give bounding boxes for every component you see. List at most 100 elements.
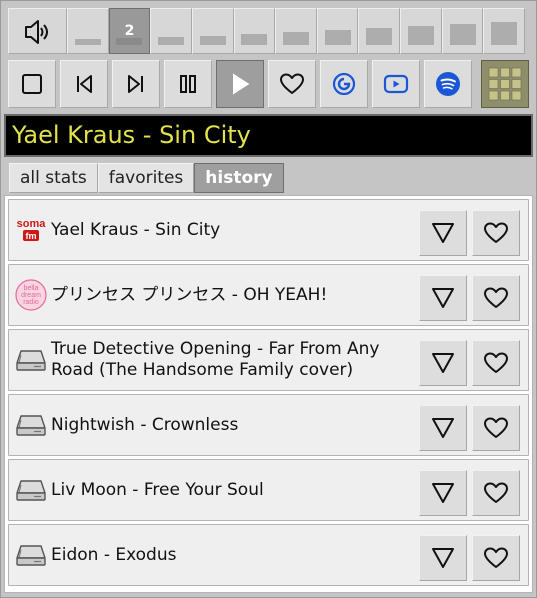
grid-icon [488, 67, 522, 101]
radio-player: 2 Yael Kraus - Sin City all stats favori… [0, 0, 537, 598]
heart-icon [484, 547, 508, 568]
volume-level-1[interactable] [67, 8, 109, 54]
heart-icon [484, 352, 508, 373]
heart-icon [484, 482, 508, 503]
volume-level-9[interactable] [400, 8, 442, 54]
volume-bar [116, 38, 143, 45]
triangle-down-icon [432, 548, 454, 568]
bella-dream-radio-logo: bella dream radio [14, 279, 48, 311]
volume-level-6[interactable] [275, 8, 317, 54]
history-list: soma fm Yael Kraus - Sin City bella dream rad… [4, 195, 533, 593]
history-item[interactable]: True Detective Opening - Far From Any Ro… [8, 329, 529, 391]
volume-bar [407, 26, 434, 45]
volume-bar [324, 30, 351, 45]
pause-icon [180, 75, 196, 93]
dislike-button[interactable] [419, 470, 467, 516]
volume-bar [449, 24, 476, 45]
volume-level-11[interactable] [483, 8, 526, 54]
hard-drive-icon [14, 410, 48, 440]
mute-button[interactable] [8, 8, 67, 54]
volume-level-8[interactable] [358, 8, 401, 54]
history-item[interactable]: bella dream radio プリンセス プリンセス - OH YEAH! [8, 264, 529, 326]
history-item-title: Nightwish - Crownless [51, 414, 239, 435]
svg-text:soma: soma [17, 218, 47, 230]
history-item-title: プリンセス プリンセス - OH YEAH! [51, 284, 328, 305]
google-icon [332, 72, 356, 96]
volume-bar [241, 34, 268, 45]
previous-button[interactable] [60, 60, 108, 108]
dislike-button[interactable] [419, 340, 467, 386]
like-button[interactable] [472, 340, 520, 386]
volume-bar [491, 22, 518, 45]
now-playing-title: Yael Kraus - Sin City [4, 114, 533, 157]
volume-level-10[interactable] [441, 8, 484, 54]
svg-text:dream: dream [21, 292, 41, 299]
play-icon [233, 73, 250, 95]
history-item-title: True Detective Opening - Far From Any Ro… [51, 339, 380, 380]
volume-bar [283, 32, 310, 45]
tab-history[interactable]: history [194, 163, 284, 193]
favorite-button[interactable] [268, 60, 316, 108]
dislike-button[interactable] [419, 535, 467, 581]
history-item-title: Yael Kraus - Sin City [51, 219, 221, 240]
triangle-down-icon [432, 223, 454, 243]
heart-icon [280, 73, 304, 94]
heart-icon [484, 287, 508, 308]
history-item[interactable]: soma fm Yael Kraus - Sin City [8, 199, 529, 261]
soma-fm-logo: soma fm [14, 215, 48, 245]
volume-bar [199, 36, 226, 45]
spotify-button[interactable] [424, 60, 472, 108]
grid-menu-button[interactable] [481, 60, 529, 108]
hard-drive-icon [14, 540, 48, 570]
google-search-button[interactable] [320, 60, 368, 108]
volume-level-5[interactable] [233, 8, 276, 54]
svg-text:bella: bella [24, 285, 39, 292]
volume-selector: 2 [8, 8, 526, 54]
play-button[interactable] [216, 60, 264, 108]
heart-icon [484, 417, 508, 438]
spotify-icon [436, 72, 460, 96]
history-item[interactable]: Liv Moon - Free Your Soul [8, 459, 529, 521]
speaker-icon [25, 20, 48, 44]
history-item[interactable]: Nightwish - Crownless [8, 394, 529, 456]
hard-drive-icon [14, 345, 48, 375]
history-item-title: Eidon - Exodus [51, 544, 177, 565]
dislike-button[interactable] [419, 275, 467, 321]
triangle-down-icon [432, 353, 454, 373]
svg-text:radio: radio [23, 299, 39, 306]
playback-controls [8, 60, 530, 108]
dislike-button[interactable] [419, 210, 467, 256]
triangle-down-icon [432, 288, 454, 308]
hard-drive-icon [14, 475, 48, 505]
volume-level-4[interactable] [191, 8, 234, 54]
stop-button[interactable] [8, 60, 56, 108]
heart-icon [484, 222, 508, 243]
youtube-button[interactable] [372, 60, 420, 108]
view-tabs: all stats favorites history [9, 163, 284, 193]
skip-next-icon [128, 75, 143, 93]
triangle-down-icon [432, 483, 454, 503]
volume-bar [366, 28, 393, 45]
volume-level-number: 2 [124, 23, 135, 39]
skip-previous-icon [77, 75, 92, 93]
volume-level-2[interactable]: 2 [108, 8, 151, 54]
volume-level-3[interactable] [150, 8, 192, 54]
triangle-down-icon [432, 418, 454, 438]
history-item-title: Liv Moon - Free Your Soul [51, 479, 264, 500]
dislike-button[interactable] [419, 405, 467, 451]
volume-bar [158, 37, 185, 45]
youtube-icon [383, 74, 409, 94]
tab-all-stats[interactable]: all stats [9, 163, 98, 193]
like-button[interactable] [472, 210, 520, 256]
tab-favorites[interactable]: favorites [97, 163, 195, 193]
like-button[interactable] [472, 275, 520, 321]
history-item[interactable]: Eidon - Exodus [8, 524, 529, 586]
pause-button[interactable] [164, 60, 212, 108]
like-button[interactable] [472, 470, 520, 516]
stop-icon [22, 74, 42, 94]
svg-text:fm: fm [26, 231, 37, 241]
volume-level-7[interactable] [316, 8, 359, 54]
like-button[interactable] [472, 535, 520, 581]
next-button[interactable] [112, 60, 160, 108]
like-button[interactable] [472, 405, 520, 451]
